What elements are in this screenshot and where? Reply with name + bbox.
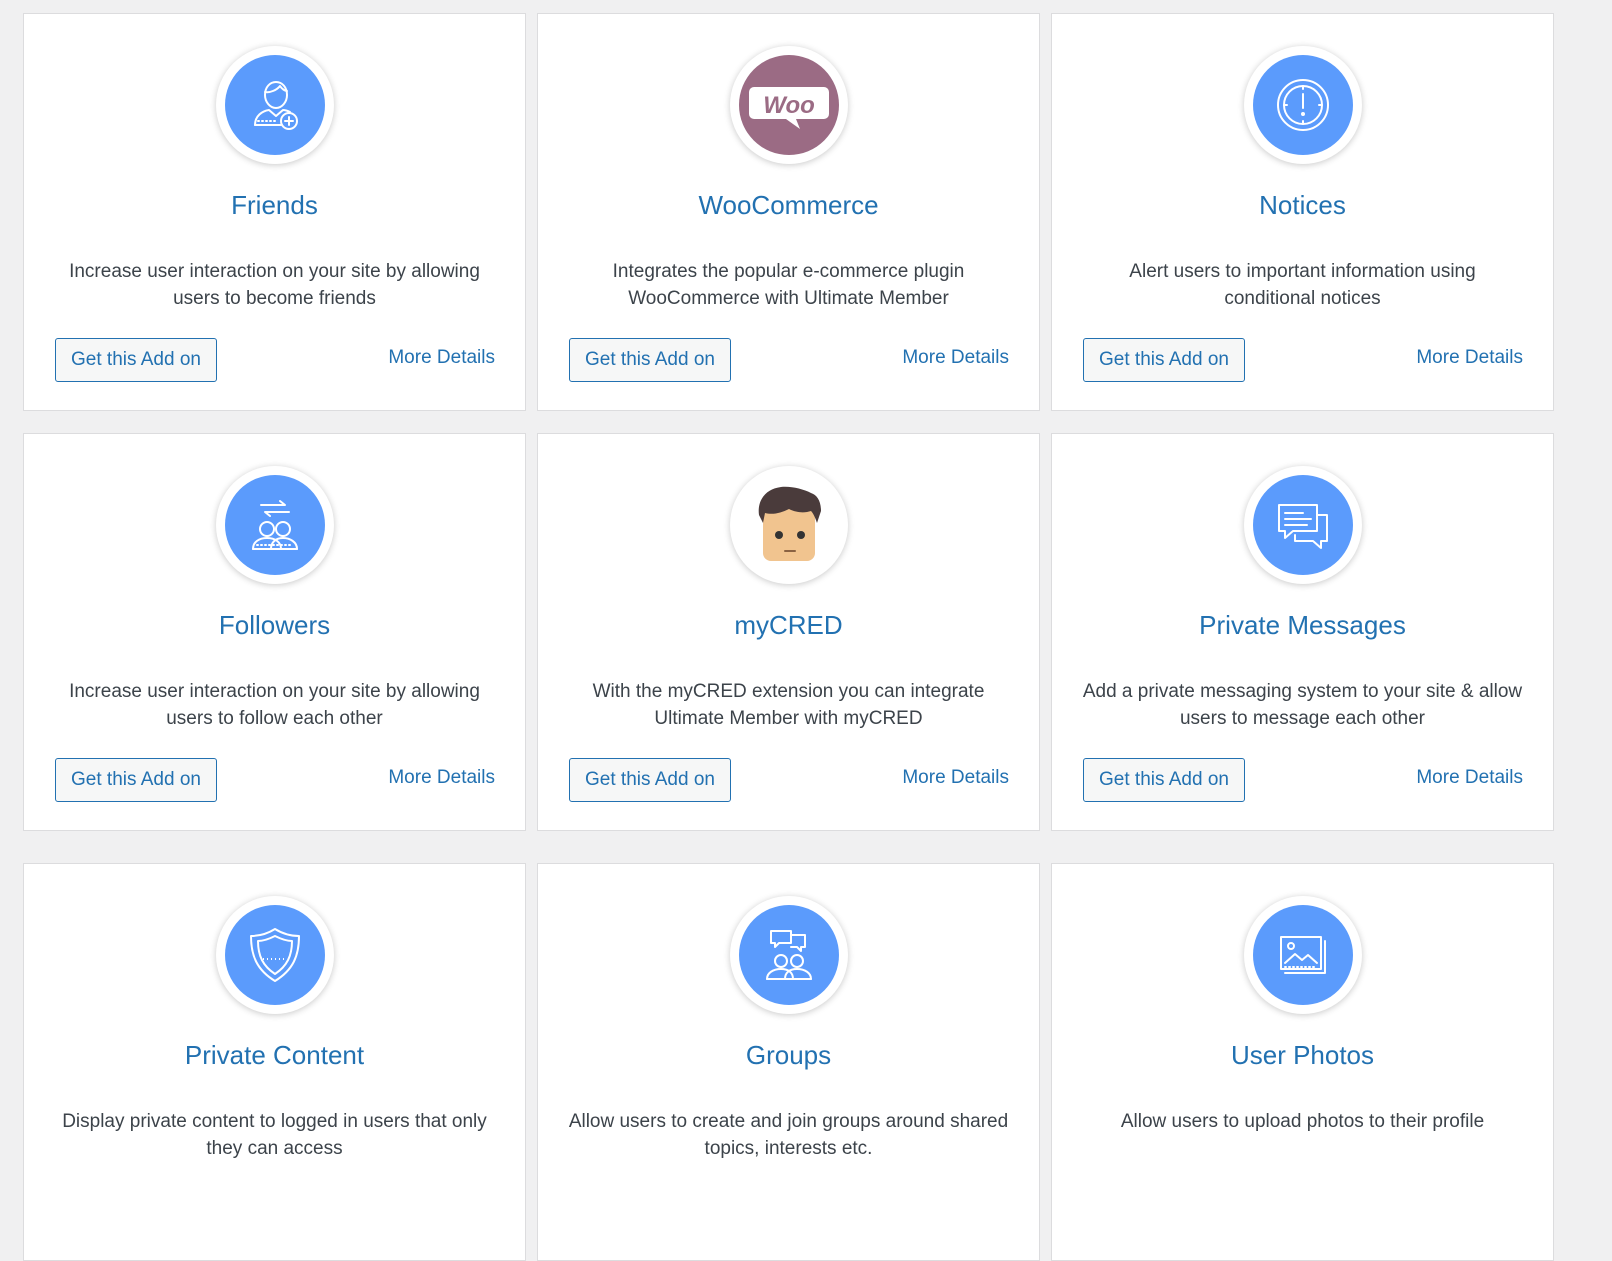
addon-title: User Photos — [1230, 1040, 1375, 1070]
get-addon-button[interactable]: Get this Add on — [569, 758, 731, 802]
addon-icon-frame — [1243, 46, 1362, 164]
addon-title: Groups — [745, 1040, 832, 1070]
addon-icon-frame — [215, 466, 334, 584]
alert-clock-icon — [1252, 55, 1353, 155]
addon-description: Add a private messaging system to your s… — [1082, 681, 1523, 729]
more-details-link[interactable]: More Details — [388, 347, 495, 369]
addon-icon-frame — [215, 46, 334, 164]
addon-description: Increase user interaction on your site b… — [69, 261, 480, 309]
group-chat-icon — [738, 905, 839, 1005]
get-addon-button[interactable]: Get this Add on — [1083, 758, 1245, 802]
addon-title: Private Content — [184, 1040, 365, 1070]
addon-icon-frame — [1243, 896, 1362, 1014]
addon-title: Followers — [218, 610, 331, 640]
woo-logo-icon: Woo — [738, 55, 839, 155]
addon-description: Allow users to create and join groups ar… — [568, 1111, 1009, 1159]
more-details-link[interactable]: More Details — [1416, 347, 1523, 369]
get-addon-button[interactable]: Get this Add on — [569, 338, 731, 382]
addon-description: With the myCRED extension you can integr… — [592, 681, 985, 729]
addon-icon-frame — [215, 896, 334, 1014]
addon-description: Integrates the popular e-commerce plugin… — [612, 261, 965, 309]
photo-gallery-icon — [1252, 905, 1353, 1005]
addon-card-groups: Groups Allow users to create and join gr… — [537, 863, 1040, 1261]
addon-description: Increase user interaction on your site b… — [69, 681, 480, 729]
addon-card-notices: Notices Alert users to important informa… — [1051, 13, 1554, 411]
addon-description: Allow users to upload photos to their pr… — [1120, 1111, 1485, 1132]
addon-description: Display private content to logged in use… — [62, 1111, 487, 1159]
addon-title: WooCommerce — [698, 190, 879, 220]
addon-description: Alert users to important information usi… — [1129, 261, 1476, 309]
get-addon-button[interactable]: Get this Add on — [55, 338, 217, 382]
addon-card-mycred: myCRED With the myCRED extension you can… — [537, 433, 1040, 831]
addon-title: Friends — [231, 190, 318, 220]
addon-card-followers: Followers Increase user interaction on y… — [23, 433, 526, 831]
more-details-link[interactable]: More Details — [388, 767, 495, 789]
get-addon-button[interactable]: Get this Add on — [55, 758, 217, 802]
svg-text:Woo: Woo — [763, 92, 815, 119]
addon-card-private-messages: Private Messages Add a private messaging… — [1051, 433, 1554, 831]
chat-bubbles-icon — [1252, 475, 1353, 575]
more-details-link[interactable]: More Details — [902, 347, 1009, 369]
followers-icon — [224, 475, 325, 575]
more-details-link[interactable]: More Details — [1416, 767, 1523, 789]
user-plus-icon — [224, 55, 325, 155]
get-addon-button[interactable]: Get this Add on — [1083, 338, 1245, 382]
addon-icon-frame: Woo — [729, 46, 848, 164]
more-details-link[interactable]: More Details — [902, 767, 1009, 789]
addon-title: Notices — [1259, 190, 1346, 220]
addon-card-user-photos: User Photos Allow users to upload photos… — [1051, 863, 1554, 1261]
addon-title: myCRED — [734, 610, 843, 640]
addon-card-private-content: Private Content Display private content … — [23, 863, 526, 1261]
shield-icon — [224, 905, 325, 1005]
addon-icon-frame — [1243, 466, 1362, 584]
addon-card-woocommerce: Woo WooCommerce Integrates the popular e… — [537, 13, 1040, 411]
mycred-mascot-icon — [738, 475, 839, 575]
addon-title: Private Messages — [1199, 610, 1406, 640]
addon-icon-frame — [729, 896, 848, 1014]
addon-card-friends: Friends Increase user interaction on you… — [23, 13, 526, 411]
addon-icon-frame — [729, 466, 848, 584]
